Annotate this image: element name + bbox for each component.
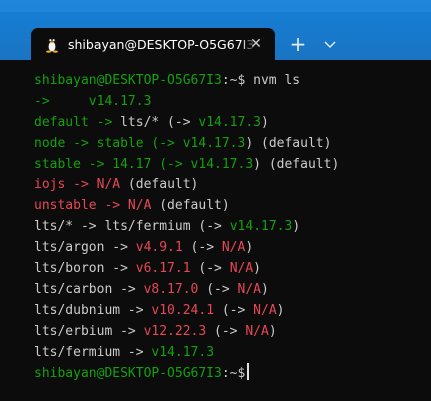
- output-line: lts/dubnium -> v10.24.1 (-> N/A): [34, 302, 285, 318]
- new-tab-button[interactable]: +: [285, 32, 311, 58]
- output-line: default -> lts/* (-> v14.17.3): [34, 114, 269, 130]
- output-line: stable -> 14.17 (-> v14.17.3) (default): [34, 156, 340, 172]
- tab-terminal[interactable]: shibayan@DESKTOP-O5G67I3: ~ ✕: [31, 28, 275, 60]
- output-line: lts/erbium -> v12.22.3 (-> N/A): [34, 323, 277, 339]
- title-bar: shibayan@DESKTOP-O5G67I3: ~ ✕ +: [0, 0, 431, 60]
- output-line: lts/carbon -> v8.17.0 (-> N/A): [34, 281, 269, 297]
- output-line: -> v14.17.3: [34, 93, 152, 109]
- text-cursor: [247, 363, 250, 381]
- prompt-path: :~$: [221, 73, 246, 88]
- output-line: lts/* -> lts/fermium (-> v14.17.3): [34, 219, 301, 235]
- command-text: nvm ls: [245, 73, 301, 88]
- prompt-line: shibayan@DESKTOP-O5G67I3:~$: [34, 363, 431, 384]
- prompt-user: shibayan@DESKTOP-O5G67I3: [34, 366, 222, 382]
- close-icon[interactable]: ✕: [249, 37, 263, 51]
- tux-linux-icon: [43, 35, 61, 53]
- prompt-path: :~$: [221, 366, 246, 382]
- terminal-output[interactable]: shibayan@DESKTOP-O5G67I3:~$ nvm ls -> v1…: [0, 60, 431, 401]
- output-line: unstable -> N/A (default): [34, 198, 230, 214]
- output-line: iojs -> N/A (default): [34, 177, 199, 193]
- prompt-line: shibayan@DESKTOP-O5G67I3:~$ nvm ls: [34, 71, 431, 92]
- output-line: node -> stable (-> v14.17.3) (default): [34, 135, 332, 151]
- tab-title: shibayan@DESKTOP-O5G67I3: ~: [68, 36, 256, 52]
- chevron-down-icon[interactable]: [318, 34, 342, 56]
- output-line: lts/fermium -> v14.17.3: [34, 344, 215, 360]
- output-line: lts/argon -> v4.9.1 (-> N/A): [34, 240, 254, 256]
- output-line: lts/boron -> v6.17.1 (-> N/A): [34, 261, 261, 277]
- prompt-user: shibayan@DESKTOP-O5G67I3: [34, 73, 222, 88]
